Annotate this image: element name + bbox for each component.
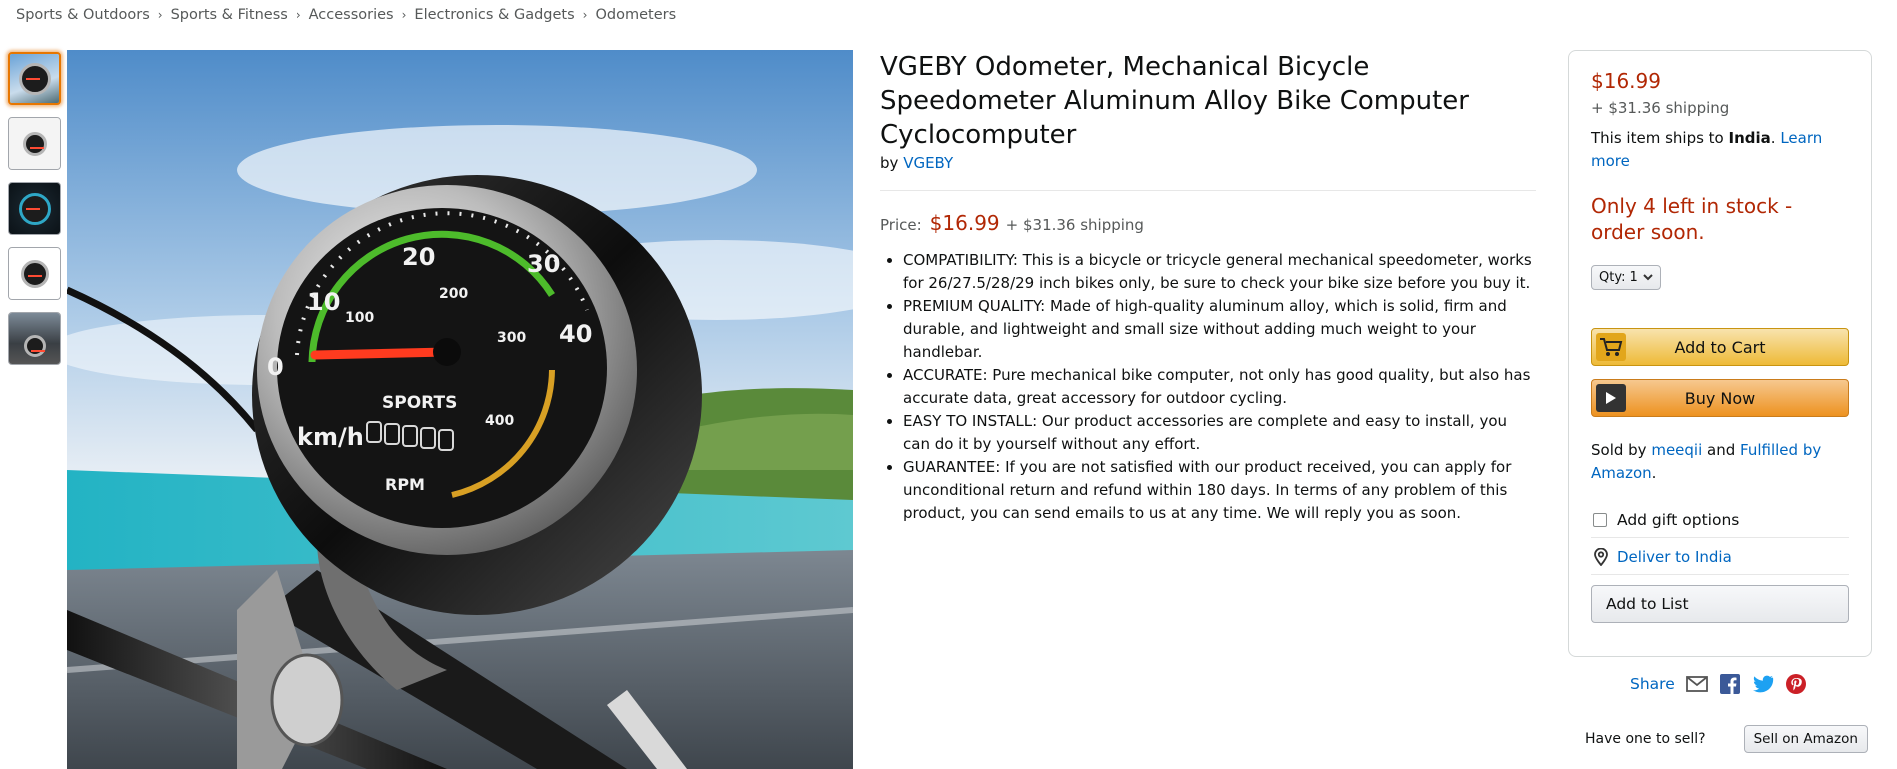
rpm-number-300: 300 [497, 330, 526, 346]
price-label: Price: [880, 216, 922, 234]
dial-unit-label: km/h [297, 423, 364, 451]
dial-number-10: 10 [307, 288, 340, 316]
email-icon[interactable] [1685, 672, 1709, 696]
buy-now-button[interactable]: Buy Now [1591, 379, 1849, 417]
thumbnail-4[interactable] [8, 247, 61, 300]
rpm-number-200: 200 [439, 286, 468, 302]
sold-by-prefix: Sold by [1591, 441, 1652, 459]
ships-country: India [1728, 129, 1771, 147]
shipping-cost: + $31.36 shipping [1005, 216, 1144, 234]
chevron-down-icon [1643, 271, 1653, 284]
feature-bullet: PREMIUM QUALITY: Made of high-quality al… [903, 295, 1536, 364]
breadcrumb-sports-fitness[interactable]: Sports & Fitness [171, 7, 288, 23]
byline: by VGEBY [880, 154, 1536, 172]
gift-checkbox[interactable] [1593, 513, 1607, 527]
dial-number-0: 0 [267, 353, 284, 381]
stock-status: Only 4 left in stock - order soon. [1591, 194, 1793, 244]
play-icon [1596, 384, 1626, 412]
thumbnail-5[interactable] [8, 312, 61, 365]
dial-rpm-label: RPM [385, 475, 425, 494]
qty-label: Qty: [1599, 270, 1626, 285]
buybox-price: $16.99 [1591, 69, 1661, 93]
buy-box: $16.99 + $31.36 shipping This item ships… [1568, 50, 1872, 657]
dial-number-40: 40 [559, 320, 592, 348]
feature-bullets: COMPATIBILITY: This is a bicycle or tric… [880, 249, 1536, 525]
speedometer-image: 0 10 20 30 40 100 200 300 400 SPORTS km/… [67, 50, 853, 769]
pinterest-icon[interactable] [1784, 672, 1808, 696]
breadcrumb-separator: › [401, 8, 407, 22]
ships-prefix: This item ships to [1591, 129, 1729, 147]
breadcrumb-electronics-gadgets[interactable]: Electronics & Gadgets [414, 7, 574, 23]
facebook-icon[interactable] [1718, 672, 1742, 696]
breadcrumb: Sports & Outdoors › Sports & Fitness › Acces… [16, 7, 676, 23]
price-value: $16.99 [929, 211, 1000, 235]
quantity-select[interactable]: Qty: 1 [1591, 265, 1661, 290]
share-label: Share [1630, 675, 1675, 693]
add-to-list-label: Add to List [1606, 595, 1689, 613]
rpm-number-100: 100 [345, 310, 374, 326]
breadcrumb-accessories[interactable]: Accessories [309, 7, 394, 23]
by-label: by [880, 154, 899, 172]
thumbnail-strip [8, 52, 62, 377]
thumbnail-1[interactable] [8, 52, 61, 105]
feature-bullet: ACCURATE: Pure mechanical bike computer,… [903, 364, 1536, 410]
add-to-cart-label: Add to Cart [1674, 337, 1766, 357]
price-row: Price: $16.99 + $31.36 shipping [880, 211, 1536, 235]
deliver-to-link[interactable]: Deliver to India [1591, 548, 1849, 566]
product-details: VGEBY Odometer, Mechanical Bicycle Speed… [880, 50, 1536, 525]
buybox-shipping: + $31.36 shipping [1591, 99, 1730, 117]
breadcrumb-separator: › [295, 8, 301, 22]
thumbnail-2[interactable] [8, 117, 61, 170]
dial-brand-label: SPORTS [382, 393, 457, 413]
product-title: VGEBY Odometer, Mechanical Bicycle Speed… [880, 52, 1469, 150]
add-to-cart-button[interactable]: Add to Cart [1591, 328, 1849, 366]
buy-now-label: Buy Now [1684, 388, 1756, 408]
seller-link[interactable]: meeqii [1651, 441, 1702, 459]
feature-bullet: GUARANTEE: If you are not satisfied with… [903, 456, 1536, 525]
sell-on-amazon-button[interactable]: Sell on Amazon [1743, 725, 1868, 753]
brand-link[interactable]: VGEBY [903, 154, 953, 172]
dial-number-30: 30 [527, 250, 560, 278]
divider [1591, 537, 1849, 538]
sell-row: Have one to sell? Sell on Amazon [1585, 725, 1868, 753]
location-pin-icon [1594, 548, 1608, 566]
divider [1591, 574, 1849, 575]
breadcrumb-sports-outdoors[interactable]: Sports & Outdoors [16, 7, 150, 23]
feature-bullet: EASY TO INSTALL: Our product accessories… [903, 410, 1536, 456]
qty-value: 1 [1629, 270, 1638, 285]
sold-by-text: Sold by meeqii and Fulfilled by Amazon. [1591, 439, 1849, 485]
twitter-icon[interactable] [1751, 672, 1775, 696]
dial-number-20: 20 [402, 243, 435, 271]
add-to-list-button[interactable]: Add to List [1591, 585, 1849, 623]
deliver-label: Deliver to India [1617, 548, 1732, 566]
main-product-image[interactable]: 0 10 20 30 40 100 200 300 400 SPORTS km/… [67, 50, 853, 769]
breadcrumb-separator: › [157, 8, 163, 22]
breadcrumb-separator: › [582, 8, 588, 22]
divider [880, 190, 1536, 191]
ships-suffix: . [1770, 129, 1781, 147]
cart-icon [1596, 333, 1626, 361]
sold-suffix: . [1651, 464, 1657, 482]
gift-label: Add gift options [1617, 511, 1740, 529]
sell-question: Have one to sell? [1585, 731, 1706, 747]
share-row: Share [1630, 672, 1817, 696]
breadcrumb-odometers[interactable]: Odometers [595, 7, 676, 23]
gift-options[interactable]: Add gift options [1591, 511, 1849, 529]
rpm-number-400: 400 [485, 413, 514, 429]
sold-and: and [1702, 441, 1741, 459]
ships-to-text: This item ships to India. Learn more [1591, 127, 1849, 173]
feature-bullet: COMPATIBILITY: This is a bicycle or tric… [903, 249, 1536, 295]
thumbnail-3[interactable] [8, 182, 61, 235]
